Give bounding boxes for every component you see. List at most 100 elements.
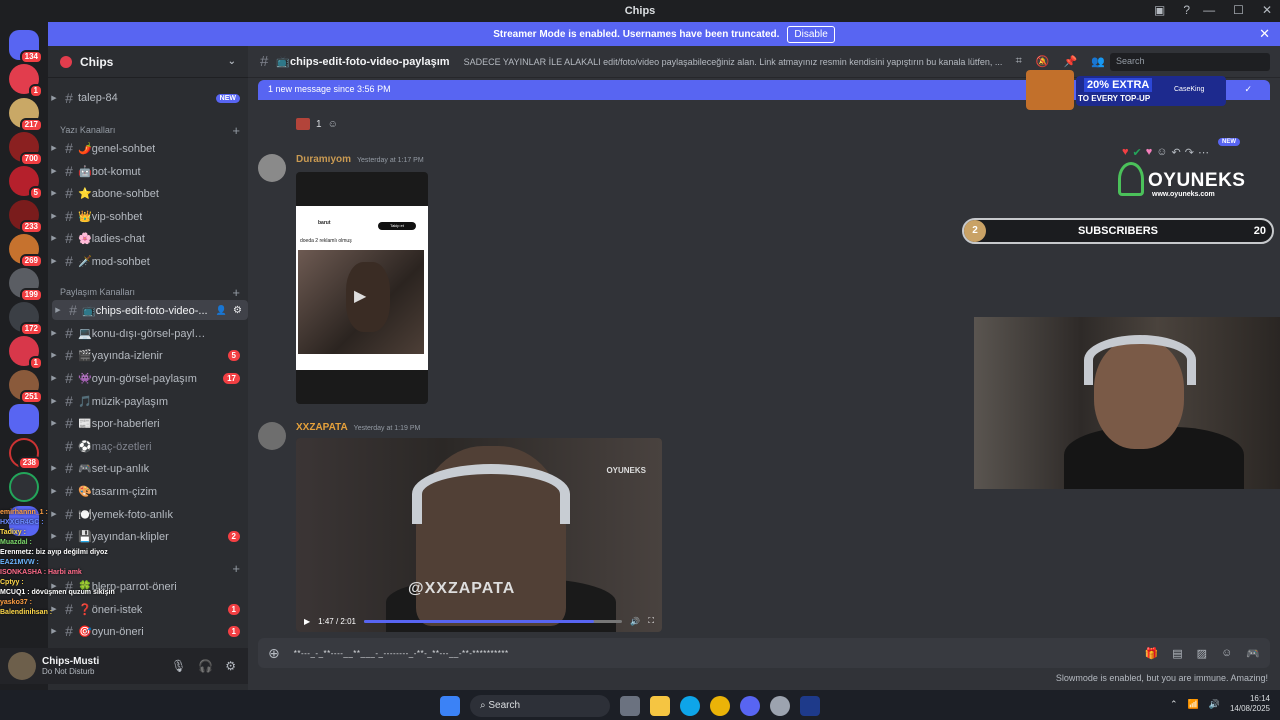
reaction-emoji[interactable] bbox=[296, 118, 310, 130]
pin-icon[interactable]: 📌 bbox=[1063, 55, 1077, 68]
avatar[interactable] bbox=[258, 154, 286, 182]
channel-item[interactable]: ▶ # 🗡️mod-sohbet bbox=[48, 251, 244, 271]
server-icon[interactable]: 700 bbox=[9, 132, 43, 166]
close-window-button[interactable]: ✕ bbox=[1262, 3, 1272, 17]
threads-icon[interactable]: ⌗ bbox=[1016, 55, 1022, 68]
channel-item[interactable]: ▶ # 🎨tasarım-çizim bbox=[48, 481, 244, 501]
channel-item[interactable]: ▶ # 👾oyun-görsel-paylaşım 17 bbox=[48, 368, 244, 388]
channel-item[interactable]: ▶ # talep-84 NEW bbox=[48, 88, 244, 108]
server-icon[interactable]: 251 bbox=[9, 370, 43, 404]
microphone-icon[interactable]: 🎙 bbox=[171, 659, 186, 673]
play-icon[interactable]: ▶ bbox=[304, 617, 310, 626]
members-icon[interactable]: 👥 bbox=[1091, 55, 1105, 68]
app-icon[interactable] bbox=[770, 696, 790, 716]
maximize-button[interactable]: ☐ bbox=[1233, 3, 1244, 17]
add-reaction-icon[interactable]: ☺ bbox=[1156, 146, 1167, 159]
help-icon[interactable]: ? bbox=[1183, 3, 1190, 17]
folder-icon[interactable] bbox=[9, 404, 39, 434]
hash-icon: # bbox=[260, 53, 269, 70]
video-embed[interactable]: barut Takip et doeda 2 reklamlı olmuş ▶ bbox=[296, 172, 428, 404]
heart-icon[interactable]: ♥ bbox=[1122, 146, 1129, 159]
channel-item[interactable]: ▶ # 🎮set-up-anlık bbox=[48, 458, 244, 478]
volume-icon[interactable]: 🔊 bbox=[630, 617, 640, 626]
fullscreen-icon[interactable]: ⛶ bbox=[648, 616, 654, 626]
video-player[interactable]: OYUNEKS @XXZAPATA ▶ 1:47 / 2:01 🔊 ⛶ bbox=[296, 438, 662, 632]
chrome-icon[interactable] bbox=[710, 696, 730, 716]
server-icon[interactable]: 5 bbox=[9, 166, 43, 200]
more-icon[interactable]: ⋯ bbox=[1198, 146, 1209, 159]
video-progress-bar[interactable] bbox=[363, 619, 623, 623]
forward-icon[interactable]: ↷ bbox=[1185, 146, 1194, 159]
emoji-icon[interactable]: ☺ bbox=[1221, 647, 1232, 660]
channel-item[interactable]: ▶ # 🌸ladies-chat bbox=[48, 228, 244, 248]
play-icon[interactable]: ▶ bbox=[354, 286, 366, 306]
headphones-icon[interactable]: 🎧 bbox=[198, 659, 213, 673]
channel-item[interactable]: # ⚽maç-özetleri bbox=[48, 436, 244, 456]
server-icon[interactable]: 233 bbox=[9, 200, 43, 234]
file-explorer-icon[interactable] bbox=[650, 696, 670, 716]
add-reaction-icon[interactable]: ☺ bbox=[328, 119, 338, 130]
avatar[interactable] bbox=[8, 652, 36, 680]
channel-topic[interactable]: SADECE YAYINLAR İLE ALAKALI edit/foto/vi… bbox=[464, 57, 1004, 67]
gear-icon[interactable]: ⚙ bbox=[233, 305, 242, 316]
channel-item[interactable]: ▶ # 🤖bot-komut bbox=[48, 161, 244, 181]
disable-button[interactable]: Disable bbox=[787, 25, 835, 43]
discover-icon[interactable] bbox=[9, 472, 39, 502]
mark-as-read-button[interactable]: ✓ bbox=[1244, 84, 1252, 95]
check-icon[interactable]: ✔ bbox=[1133, 146, 1142, 159]
channel-item[interactable]: ▶ # 🌶️genel-sohbet bbox=[48, 138, 244, 158]
message-author[interactable]: XXZAPATA bbox=[296, 422, 348, 433]
message-author[interactable]: Duramıyom bbox=[296, 154, 351, 165]
avatar[interactable] bbox=[258, 422, 286, 450]
heart-icon[interactable]: ♥ bbox=[1146, 146, 1153, 159]
sticker-icon[interactable]: ▨ bbox=[1197, 647, 1207, 660]
home-button[interactable]: 134 bbox=[9, 30, 43, 64]
server-icon[interactable]: 238 bbox=[9, 438, 41, 470]
edge-icon[interactable] bbox=[680, 696, 700, 716]
server-icon[interactable]: 1 bbox=[9, 64, 43, 98]
channel-item[interactable]: ▶ # 🎵müzik-paylaşım bbox=[48, 391, 244, 411]
wifi-icon[interactable]: 📶 bbox=[1188, 699, 1199, 710]
close-icon[interactable]: ✕ bbox=[1259, 26, 1270, 42]
minimize-button[interactable]: — bbox=[1203, 3, 1215, 17]
start-icon[interactable] bbox=[440, 696, 460, 716]
server-header[interactable]: Chips ⌄ bbox=[48, 46, 248, 78]
server-icon[interactable]: 199 bbox=[9, 268, 43, 302]
taskbar-search[interactable]: ⌕ Search bbox=[470, 695, 610, 717]
gear-icon[interactable]: ⚙ bbox=[225, 659, 236, 673]
apps-icon[interactable]: 🎮 bbox=[1246, 647, 1260, 660]
add-channel-icon[interactable]: + bbox=[232, 123, 240, 138]
inbox-icon[interactable]: ▣ bbox=[1154, 3, 1165, 17]
invite-icon[interactable]: 👤 bbox=[216, 305, 227, 316]
message-input[interactable]: **---_-_**----__**___-_--------_-**-_**-… bbox=[294, 649, 509, 658]
category-header[interactable]: Yazı Kanalları + bbox=[60, 122, 240, 138]
clock[interactable]: 16:14 14/08/2025 bbox=[1230, 694, 1270, 714]
user-status: Do Not Disturb bbox=[42, 667, 95, 676]
channel-item[interactable]: ▶ # ⭐abone-sohbet bbox=[48, 183, 244, 203]
discord-icon[interactable] bbox=[740, 696, 760, 716]
server-icon[interactable]: 217 bbox=[9, 98, 43, 132]
server-icon[interactable]: 269 bbox=[9, 234, 43, 268]
expand-arrow-icon: ▶ bbox=[51, 330, 57, 337]
channel-item[interactable]: ▶ # 🎬yayında-izlenir 5 bbox=[48, 345, 244, 365]
gif-icon[interactable]: ▤ bbox=[1172, 647, 1182, 660]
notification-bell-icon[interactable]: 🔕 bbox=[1036, 55, 1050, 68]
message-composer[interactable]: ⊕ **---_-_**----__**___-_--------_-**-_*… bbox=[258, 638, 1270, 668]
category-header[interactable]: Paylaşım Kanalları + bbox=[60, 284, 240, 300]
volume-icon[interactable]: 🔊 bbox=[1209, 699, 1220, 710]
search-input[interactable]: Search bbox=[1110, 53, 1270, 71]
server-icon[interactable]: 172 bbox=[9, 302, 43, 336]
attach-plus-icon[interactable]: ⊕ bbox=[268, 645, 280, 662]
add-channel-icon[interactable]: + bbox=[232, 285, 240, 300]
channel-item[interactable]: ▶ # 📰spor-haberleri bbox=[48, 413, 244, 433]
reply-icon[interactable]: ↶ bbox=[1172, 146, 1181, 159]
channel-item[interactable]: ▶ # 💻konu-dışı-görsel-paylaşım bbox=[48, 323, 244, 343]
channel-item-active[interactable]: ▶ # 📺chips-edit-foto-video-... 👤 ⚙ bbox=[52, 300, 248, 320]
add-channel-icon[interactable]: + bbox=[232, 561, 240, 576]
gift-icon[interactable]: 🎁 bbox=[1145, 647, 1159, 660]
tray-expand-icon[interactable]: ⌃ bbox=[1170, 699, 1178, 710]
server-icon[interactable]: 1 bbox=[9, 336, 43, 370]
channel-item[interactable]: ▶ # 👑vip-sohbet bbox=[48, 206, 244, 226]
task-view-icon[interactable] bbox=[620, 696, 640, 716]
steam-icon[interactable] bbox=[800, 696, 820, 716]
